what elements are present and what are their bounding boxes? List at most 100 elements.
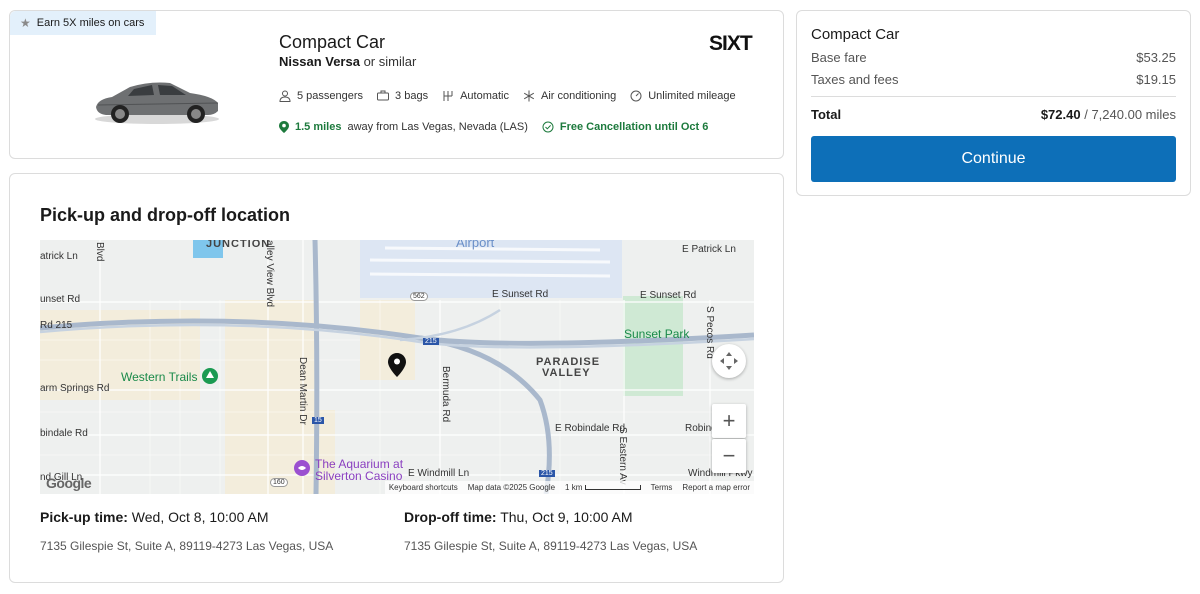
park-tree-icon [202,368,218,384]
car-features: 5 passengers 3 bags Automatic Air condit… [279,90,736,102]
map-label: VALLEY [542,367,591,379]
map-label: E Windmill Ln [408,468,470,479]
route-shield: 215 [423,338,439,345]
map-pin-icon [279,121,289,133]
price-summary-card: Compact Car Base fare $53.25 Taxes and f… [796,10,1191,196]
dropoff-address: 7135 Gilespie St, Suite A, 89119-4273 La… [404,539,698,553]
dropoff-time-value: Thu, Oct 9, 10:00 AM [500,509,633,525]
map-label: S Eastern Av [617,427,628,485]
map[interactable]: JUNCTION Airport E Patrick Ln atrick Ln … [40,240,754,494]
keyboard-shortcuts-link[interactable]: Keyboard shortcuts [389,483,458,492]
dropoff-time: Drop-off time: Thu, Oct 9, 10:00 AM [404,509,632,525]
map-label: E Robindale Rd [555,423,626,434]
taxes-label: Taxes and fees [811,72,899,87]
map-footer: Keyboard shortcuts Map data ©2025 Google… [384,481,754,494]
sixt-logo: SIXT [709,32,754,53]
route-shield: 15 [312,417,324,424]
car-model-suffix: or similar [363,54,417,69]
person-icon [279,90,291,102]
scale-text: 1 km [565,483,583,492]
location-heading: Pick-up and drop-off location [40,205,290,225]
route-shield: 215 [539,470,555,477]
pickup-time-value: Wed, Oct 8, 10:00 AM [131,509,269,525]
map-label: E Patrick Ln [682,244,736,255]
map-label: JUNCTION [206,240,271,250]
total-price: $72.40 [1040,107,1081,122]
map-label: Western Trails [121,370,198,384]
location-card: Pick-up and drop-off location JUNCTION A… [9,173,784,583]
car-model-name: Nissan Versa [279,54,360,69]
map-label: Blvd [94,242,105,262]
pickup-address: 7135 Gilespie St, Suite A, 89119-4273 La… [40,539,334,553]
map-label: unset Rd [40,294,81,305]
map-pan-button[interactable] [712,344,746,378]
map-label: E Sunset Rd [640,290,697,301]
feature-label: Unlimited mileage [648,90,736,102]
route-shield: 160 [270,478,288,487]
move-arrows-icon [720,352,738,370]
map-label: Sunset Park [624,327,690,341]
route-shield: 562 [410,292,428,301]
transmission-icon [443,91,453,101]
total-label: Total [811,107,842,122]
total-miles: / 7,240.00 miles [1084,107,1176,122]
dropoff-time-label: Drop-off time: [404,509,497,525]
map-label: E Sunset Rd [492,289,549,300]
report-error-link[interactable]: Report a map error [682,483,750,492]
terms-link[interactable]: Terms [651,483,673,492]
base-fare-value: $53.25 [1136,50,1176,65]
map-data-text: Map data ©2025 Google [467,483,556,492]
map-scale: 1 km [565,483,641,492]
earn-miles-badge: ★ Earn 5X miles on cars [10,11,157,35]
taxes-value: $19.15 [1136,72,1176,87]
map-label: Bermuda Rd [440,366,451,423]
base-fare-row: Base fare $53.25 [811,50,1176,65]
earn-miles-text: Earn 5X miles on cars [36,17,145,29]
cancellation-info: Free Cancellation until Oct 6 [542,121,709,133]
feature-mileage: Unlimited mileage [630,90,736,102]
check-circle-icon [542,121,554,133]
zoom-in-button[interactable]: + [712,404,746,438]
speedometer-icon [630,90,642,102]
star-icon: ★ [20,16,31,30]
summary-title: Compact Car [811,26,900,43]
feature-label: Automatic [460,90,509,102]
cancellation-text: Free Cancellation until Oct 6 [559,121,709,133]
feature-label: Air conditioning [541,90,617,102]
car-location-row: 1.5 miles away from Las Vegas, Nevada (L… [279,121,708,133]
total-row: Total $72.40 / 7,240.00 miles [811,107,1176,122]
zoom-out-button[interactable]: − [712,439,746,473]
car-model: Nissan Versa or similar [279,54,416,69]
distance-value: 1.5 miles [295,121,342,133]
continue-button[interactable]: Continue [811,136,1176,182]
map-label: Dean Martin Dr [297,357,308,425]
pickup-time: Pick-up time: Wed, Oct 8, 10:00 AM [40,509,269,525]
map-label: alley View Blvd [264,240,275,308]
summary-divider [811,96,1176,97]
car-image [95,82,219,124]
google-logo: Google [46,475,92,491]
feature-label: 3 bags [395,90,429,102]
feature-passengers: 5 passengers [279,90,363,102]
sixt-logo-text: SIXT [709,32,753,53]
location-marker-icon[interactable] [388,353,406,377]
total-value: $72.40 / 7,240.00 miles [1041,107,1176,122]
feature-transmission: Automatic [442,90,509,102]
map-label: bindale Rd [40,428,88,439]
distance-info: 1.5 miles away from Las Vegas, Nevada (L… [279,121,528,133]
feature-label: 5 passengers [297,90,364,102]
bag-icon [377,90,390,101]
distance-text: away from Las Vegas, Nevada (LAS) [347,121,528,133]
map-label: arm Springs Rd [40,383,110,394]
car-title: Compact Car [279,32,386,52]
poi-aquarium-icon [294,460,310,476]
feature-bags: 3 bags [377,90,428,102]
map-label: atrick Ln [40,251,78,262]
pickup-time-label: Pick-up time: [40,509,128,525]
scale-bar [584,485,641,491]
taxes-row: Taxes and fees $19.15 [811,72,1176,87]
map-label: Airport [456,240,495,250]
car-card: ★ Earn 5X miles on cars Compact Car Niss… [9,10,784,159]
feature-ac: Air conditioning [523,90,616,102]
snowflake-icon [523,90,535,102]
